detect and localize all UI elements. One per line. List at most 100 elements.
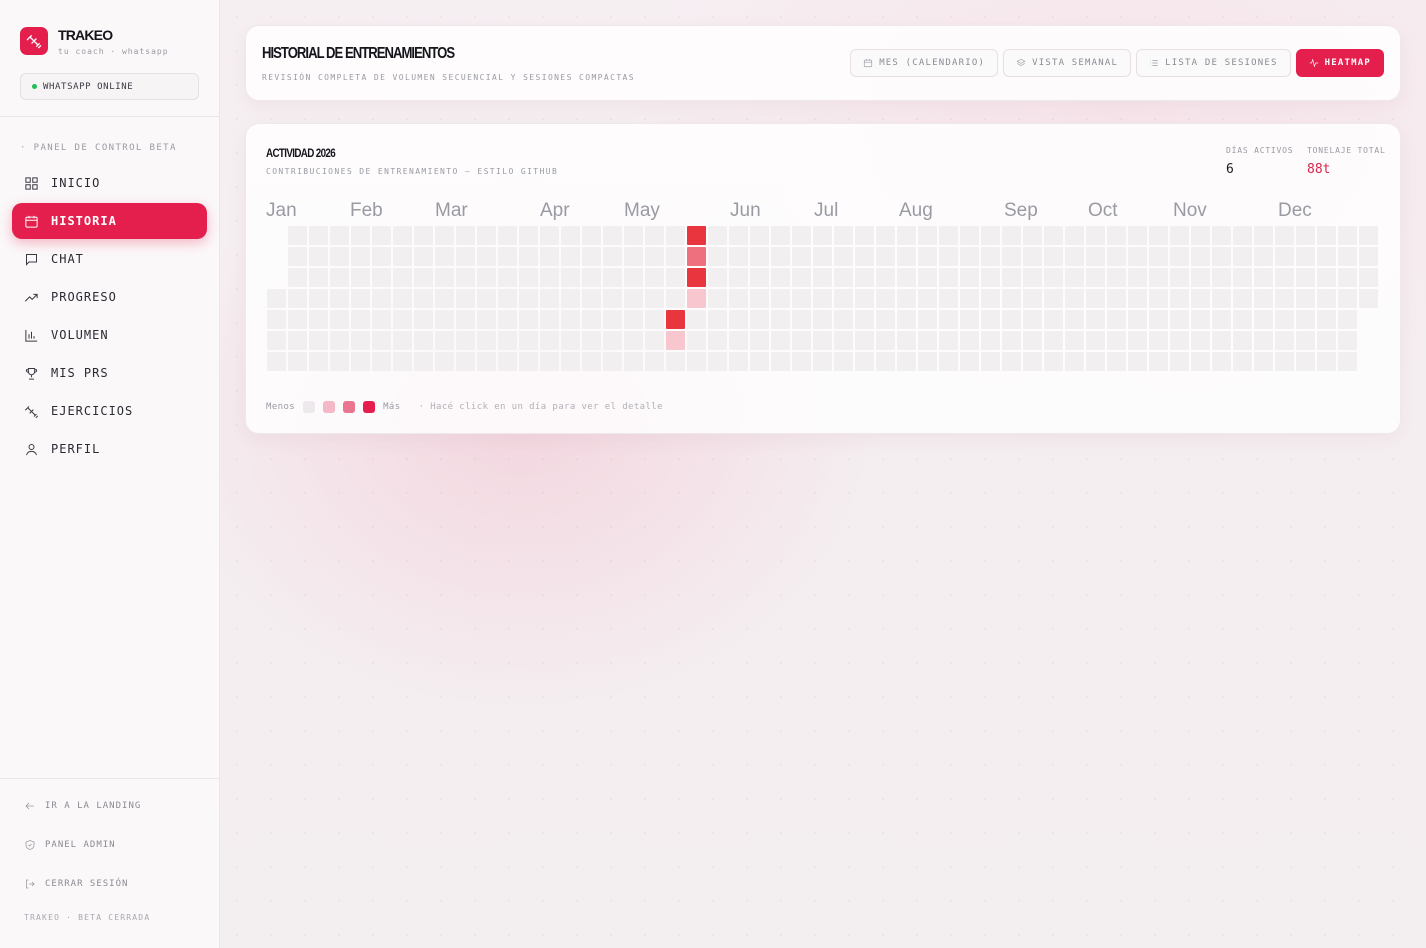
heatmap-day-cell[interactable] [876,310,895,329]
heatmap-day-cell[interactable] [372,289,391,308]
heatmap-day-cell[interactable] [1044,352,1063,371]
heatmap-day-cell[interactable] [561,289,580,308]
heatmap-day-cell[interactable] [1191,331,1210,350]
heatmap-day-cell[interactable] [624,310,643,329]
heatmap-day-cell[interactable] [1086,247,1105,266]
heatmap-day-cell[interactable] [855,247,874,266]
heatmap-day-cell[interactable] [771,289,790,308]
heatmap-day-cell[interactable] [540,289,559,308]
heatmap-day-cell[interactable] [456,310,475,329]
heatmap-day-cell[interactable] [708,226,727,245]
heatmap-day-cell[interactable] [267,352,286,371]
heatmap-day-cell[interactable] [876,352,895,371]
heatmap-day-cell[interactable] [267,331,286,350]
heatmap-day-cell[interactable] [372,268,391,287]
heatmap-day-cell[interactable] [456,268,475,287]
heatmap-day-cell[interactable] [1254,247,1273,266]
heatmap-day-cell[interactable] [1233,226,1252,245]
heatmap-day-cell[interactable] [1065,247,1084,266]
heatmap-day-cell[interactable] [939,289,958,308]
heatmap-day-cell[interactable] [687,331,706,350]
heatmap-day-cell[interactable] [687,289,706,308]
heatmap-day-cell[interactable] [372,247,391,266]
heatmap-day-cell[interactable] [1233,247,1252,266]
heatmap-day-cell[interactable] [750,268,769,287]
heatmap-day-cell[interactable] [897,226,916,245]
heatmap-day-cell[interactable] [1128,310,1147,329]
heatmap-day-cell[interactable] [708,247,727,266]
heatmap-day-cell[interactable] [540,331,559,350]
heatmap-day-cell[interactable] [1107,247,1126,266]
heatmap-day-cell[interactable] [351,226,370,245]
heatmap-day-cell[interactable] [1002,289,1021,308]
heatmap-day-cell[interactable] [1212,247,1231,266]
heatmap-day-cell[interactable] [1338,226,1357,245]
heatmap-day-cell[interactable] [1002,310,1021,329]
view-list-button[interactable]: LISTA DE SESIONES [1136,49,1291,77]
heatmap-day-cell[interactable] [1107,352,1126,371]
heatmap-day-cell[interactable] [1359,289,1378,308]
heatmap-day-cell[interactable] [456,226,475,245]
heatmap-day-cell[interactable] [1065,331,1084,350]
heatmap-day-cell[interactable] [1212,226,1231,245]
heatmap-day-cell[interactable] [645,226,664,245]
heatmap-day-cell[interactable] [876,268,895,287]
heatmap-day-cell[interactable] [477,310,496,329]
heatmap-day-cell[interactable] [477,331,496,350]
heatmap-day-cell[interactable] [519,268,538,287]
heatmap-day-cell[interactable] [288,352,307,371]
heatmap-day-cell[interactable] [267,310,286,329]
heatmap-day-cell[interactable] [330,289,349,308]
heatmap-day-cell[interactable] [1023,310,1042,329]
brand[interactable]: TRAKEO tu coach · whatsapp [20,27,169,56]
heatmap-day-cell[interactable] [918,289,937,308]
heatmap-day-cell[interactable] [1128,247,1147,266]
heatmap-day-cell[interactable] [1296,247,1315,266]
heatmap-day-cell[interactable] [1359,247,1378,266]
heatmap-day-cell[interactable] [750,289,769,308]
heatmap-day-cell[interactable] [687,268,706,287]
heatmap-day-cell[interactable] [834,310,853,329]
heatmap-day-cell[interactable] [939,226,958,245]
heatmap-day-cell[interactable] [1275,310,1294,329]
heatmap-day-cell[interactable] [918,352,937,371]
heatmap-day-cell[interactable] [1023,226,1042,245]
heatmap-day-cell[interactable] [330,247,349,266]
heatmap-day-cell[interactable] [1191,352,1210,371]
heatmap-day-cell[interactable] [729,289,748,308]
heatmap-day-cell[interactable] [393,247,412,266]
heatmap-day-cell[interactable] [918,331,937,350]
heatmap-day-cell[interactable] [645,289,664,308]
sidebar-item-perfil[interactable]: PERFIL [12,431,207,467]
heatmap-day-cell[interactable] [1107,226,1126,245]
heatmap-day-cell[interactable] [855,352,874,371]
heatmap-day-cell[interactable] [666,331,685,350]
heatmap-day-cell[interactable] [498,247,517,266]
heatmap-day-cell[interactable] [897,310,916,329]
heatmap-day-cell[interactable] [477,226,496,245]
heatmap-day-cell[interactable] [834,226,853,245]
heatmap-day-cell[interactable] [519,247,538,266]
heatmap-day-cell[interactable] [435,247,454,266]
heatmap-day-cell[interactable] [855,226,874,245]
heatmap-day-cell[interactable] [309,352,328,371]
heatmap-day-cell[interactable] [960,226,979,245]
heatmap-day-cell[interactable] [1233,289,1252,308]
heatmap-day-cell[interactable] [477,289,496,308]
heatmap-day-cell[interactable] [498,268,517,287]
landing-link[interactable]: IR A LA LANDING [24,786,141,825]
logout-link[interactable]: CERRAR SESIÓN [24,864,141,903]
heatmap-day-cell[interactable] [603,352,622,371]
heatmap-day-cell[interactable] [414,289,433,308]
heatmap-day-cell[interactable] [708,310,727,329]
heatmap-day-cell[interactable] [1149,289,1168,308]
heatmap-day-cell[interactable] [351,247,370,266]
heatmap-day-cell[interactable] [729,352,748,371]
heatmap-day-cell[interactable] [1338,289,1357,308]
heatmap-day-cell[interactable] [477,352,496,371]
heatmap-day-cell[interactable] [1044,289,1063,308]
heatmap-day-cell[interactable] [1170,226,1189,245]
heatmap-day-cell[interactable] [1275,247,1294,266]
heatmap-day-cell[interactable] [792,289,811,308]
heatmap-day-cell[interactable] [288,310,307,329]
